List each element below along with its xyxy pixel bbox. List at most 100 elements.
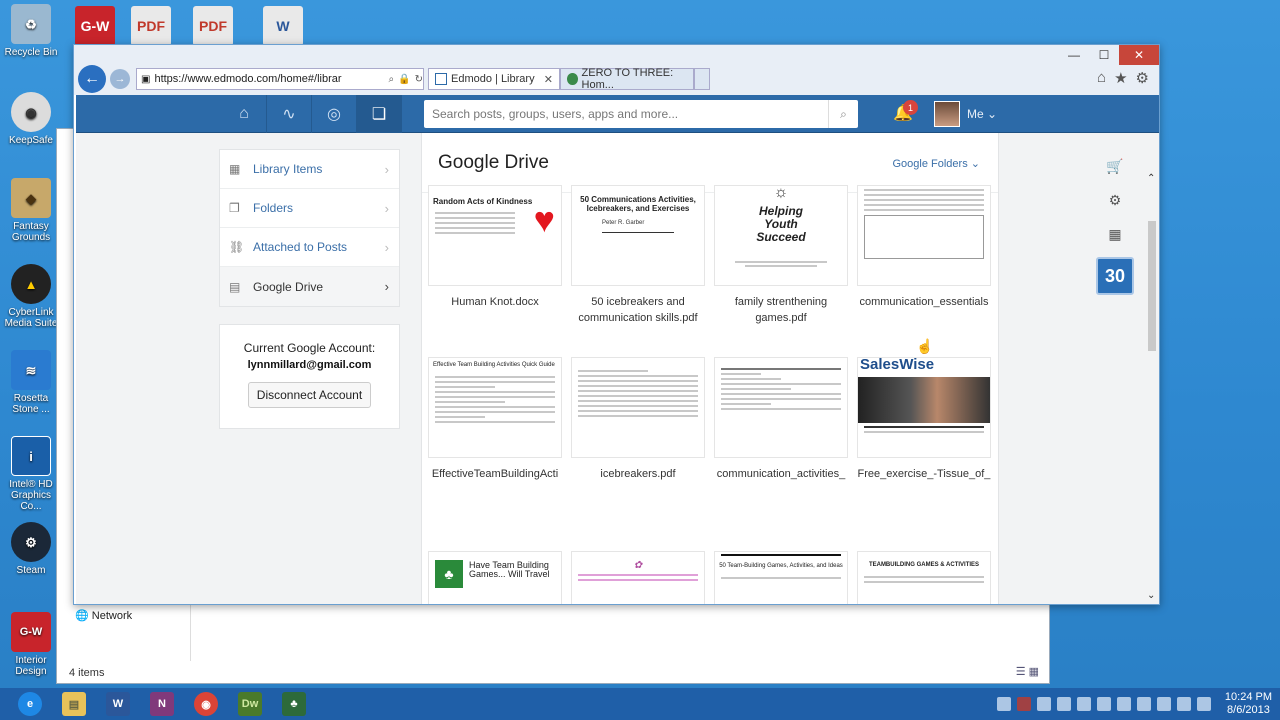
desktop-icon-steam[interactable]: ⚙ Steam [0, 522, 62, 576]
desktop-icon-label: Rosetta Stone ... [12, 393, 50, 415]
store-cart-icon[interactable]: 🛒 [1091, 149, 1139, 183]
flag-icon[interactable] [1156, 697, 1171, 711]
page-scrollbar[interactable]: ⌃ ⌄ [1147, 173, 1157, 601]
pdf-file-icon[interactable]: PDF [131, 6, 171, 46]
close-button[interactable]: ✕ [1119, 45, 1159, 65]
file-tile[interactable]: TEAMBUILDING GAMES & ACTIVITIES [854, 551, 994, 604]
file-tile[interactable]: Random Acts of Kindness ♥ Human Knot.doc… [425, 185, 565, 310]
desktop-icon-recycle-bin[interactable]: ♻ Recycle Bin [0, 4, 62, 58]
pdf-file-icon[interactable]: PDF [193, 6, 233, 46]
avatar[interactable] [934, 101, 960, 127]
address-bar[interactable]: ▣ https://www.edmodo.com/home#/librar ⌕ … [136, 68, 424, 90]
chrome-taskbar-icon[interactable]: ◉ [186, 688, 226, 720]
back-button[interactable]: ← [78, 65, 106, 93]
google-folders-dropdown[interactable]: Google Folders ⌄ [893, 157, 981, 170]
acrobat-icon[interactable] [1016, 697, 1031, 711]
desktop-icon-fantasy-grounds[interactable]: ◆ Fantasy Grounds [0, 178, 62, 243]
desktop-icon-interior-design[interactable]: G-W Interior Design [0, 612, 62, 677]
view-toggle-buttons[interactable]: ☰ ▦ [1016, 665, 1039, 678]
network-icon[interactable] [1176, 697, 1191, 711]
tray-app-icon[interactable] [1136, 697, 1151, 711]
desktop-icon-cyberlink[interactable]: ▲ CyberLink Media Suite [0, 264, 62, 329]
calendar-icon[interactable]: 30 [1096, 257, 1134, 295]
sidebar-item-folders[interactable]: ❐ Folders › [220, 189, 399, 228]
desktop-icon-label: Interior Design [15, 655, 47, 677]
search-icon[interactable]: ⌕ [389, 74, 395, 85]
new-tab-button[interactable] [694, 68, 710, 90]
sidebar-item-google-drive[interactable]: ▤ Google Drive › [220, 267, 399, 306]
file-tile[interactable]: 50 Team-Building Games, Activities, and … [711, 551, 851, 604]
file-tile[interactable]: 50 Communications Activities, Icebreaker… [568, 185, 708, 326]
scroll-up-arrow-icon[interactable]: ⌃ [1147, 173, 1155, 184]
favorites-star-icon[interactable]: ★ [1114, 69, 1127, 87]
search-icon[interactable]: ⌕ [828, 100, 858, 128]
intel-graphics-icon: i [11, 436, 51, 476]
desktop-icon-rosetta-stone[interactable]: ≋ Rosetta Stone ... [0, 350, 62, 415]
network-nav-item[interactable]: 🌐 Network [75, 609, 132, 622]
tab-zero-to-three[interactable]: ZERO TO THREE: Hom... [560, 67, 694, 91]
apps-grid-icon[interactable]: ▦ [1091, 217, 1139, 251]
edmodo-content: ▦ Library Items › ❐ Folders › ⛓ Attached… [76, 133, 1159, 604]
scroll-down-arrow-icon[interactable]: ⌄ [1147, 590, 1155, 601]
notification-badge: 1 [903, 100, 918, 115]
file-tile[interactable]: ♣ Have Team Building Games... Will Trave… [425, 551, 565, 604]
file-tile[interactable]: icebreakers.pdf [568, 357, 708, 482]
file-tile[interactable]: communication_activities_ [711, 357, 851, 482]
dreamweaver-taskbar-icon[interactable]: Dw [230, 688, 270, 720]
onenote-taskbar-icon[interactable]: N [142, 688, 182, 720]
nav-activity-icon[interactable]: ∿ [267, 95, 312, 133]
sidebar-item-library-items[interactable]: ▦ Library Items › [220, 150, 399, 189]
browser-window: — ☐ ✕ ← → ▣ https://www.edmodo.com/home#… [73, 44, 1160, 605]
tab-edmodo-library[interactable]: Edmodo | Library ✕ [428, 68, 560, 90]
file-name: Human Knot.docx [451, 296, 539, 308]
desktop-icon-keepsafe[interactable]: ◉ KeepSafe [0, 92, 62, 146]
file-tile[interactable]: ☼ Helping Youth Succeed family strenthen… [711, 185, 851, 326]
browser-tools: ⌂ ★ ⚙ [1097, 69, 1149, 87]
disconnect-account-button[interactable]: Disconnect Account [247, 382, 372, 408]
file-tile[interactable]: Effective Team Building Activities Quick… [425, 357, 565, 482]
settings-gear-icon[interactable]: ⚙ [1136, 69, 1149, 87]
file-tile[interactable]: ✿ [568, 551, 708, 604]
cloud-icon[interactable] [996, 697, 1011, 711]
tray-app-icon[interactable] [1096, 697, 1111, 711]
minimize-button[interactable]: — [1059, 45, 1089, 65]
tray-app-icon[interactable] [1076, 697, 1091, 711]
file-explorer-taskbar-icon[interactable]: ▤ [54, 688, 94, 720]
gw-publisher-icon[interactable]: G-W [75, 6, 115, 46]
scrollbar-thumb[interactable] [1148, 221, 1156, 351]
cyberlink-icon: ▲ [11, 264, 51, 304]
sidebar-item-attached-to-posts[interactable]: ⛓ Attached to Posts › [220, 228, 399, 267]
desktop-icon-intel-graphics[interactable]: i Intel® HD Graphics Co... [0, 436, 62, 512]
desktop-icon-label: Recycle Bin [4, 47, 58, 58]
chevron-right-icon: › [384, 279, 389, 294]
file-tile[interactable]: SalesWise Free_exercise_-Tissue_of_ [854, 357, 994, 482]
system-tray: 10:24 PM 8/6/2013 [996, 688, 1272, 720]
forward-button[interactable]: → [110, 69, 130, 89]
file-name: icebreakers.pdf [600, 468, 676, 480]
me-menu[interactable]: Me ⌄ [967, 107, 997, 121]
internet-explorer-taskbar-icon[interactable]: e [10, 688, 50, 720]
page-icon: ▣ [141, 73, 151, 85]
tray-app-icon[interactable] [1036, 697, 1051, 711]
clock[interactable]: 10:24 PM 8/6/2013 [1225, 691, 1272, 717]
close-tab-icon[interactable]: ✕ [544, 73, 553, 86]
app-taskbar-icon[interactable]: ♣ [274, 688, 314, 720]
word-file-icon[interactable]: W [263, 6, 303, 46]
settings-gear-icon[interactable]: ⚙ [1091, 183, 1139, 217]
home-icon[interactable]: ⌂ [1097, 69, 1106, 87]
nav-home-icon[interactable]: ⌂ [222, 95, 267, 133]
refresh-icon[interactable]: ↻ [415, 74, 423, 85]
sun-icon: ☼ [773, 185, 789, 201]
search-input[interactable]: Search posts, groups, users, apps and mo… [424, 100, 858, 128]
file-tile[interactable]: communication_essentials [854, 185, 994, 310]
tray-app-icon[interactable] [1056, 697, 1071, 711]
file-thumbnail [571, 357, 705, 458]
volume-icon[interactable] [1196, 697, 1211, 711]
maximize-button[interactable]: ☐ [1089, 45, 1119, 65]
nav-library-icon[interactable]: ❏ [357, 95, 402, 133]
nav-discover-icon[interactable]: ◎ [312, 95, 357, 133]
desktop-icon-label: Intel® HD Graphics Co... [9, 479, 53, 512]
desktop-icon-label: CyberLink Media Suite [4, 307, 58, 329]
word-taskbar-icon[interactable]: W [98, 688, 138, 720]
tray-app-icon[interactable] [1116, 697, 1131, 711]
